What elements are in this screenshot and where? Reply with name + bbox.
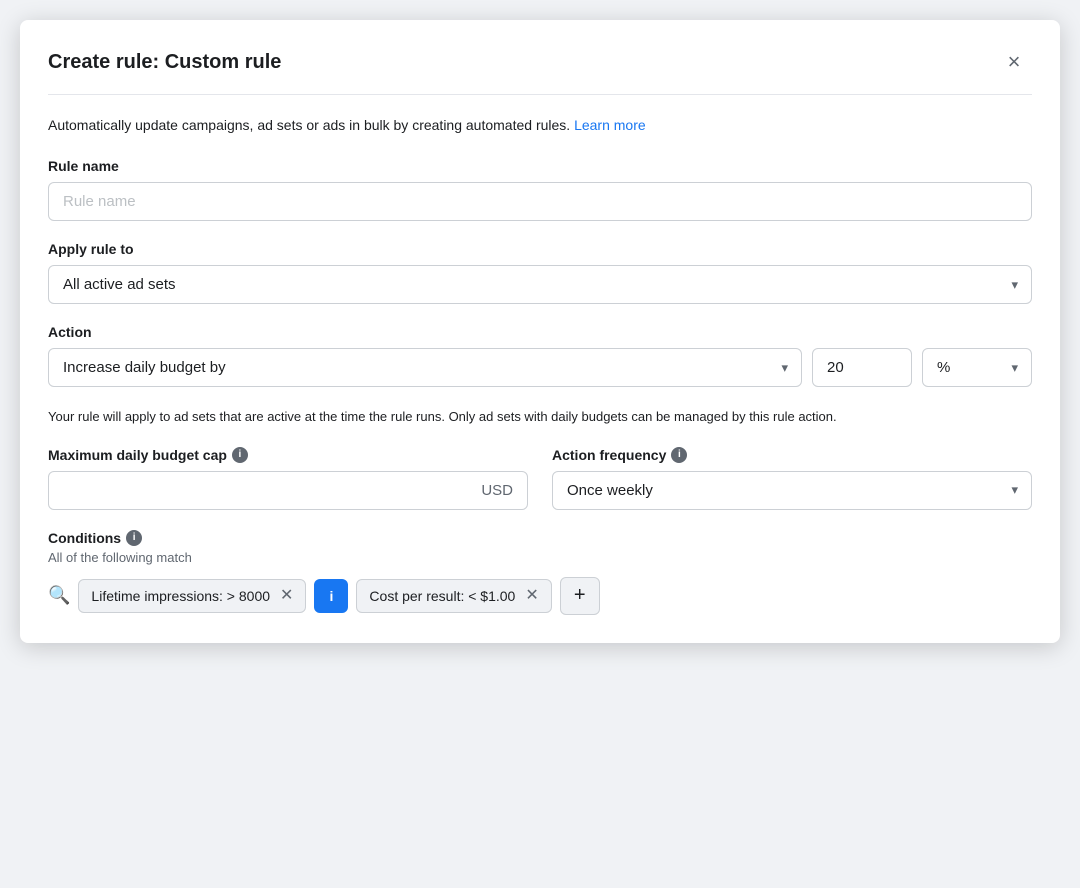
close-button[interactable]: × xyxy=(996,44,1032,80)
modal-title: Create rule: Custom rule xyxy=(48,51,281,74)
action-frequency-select[interactable]: Once weekly Once daily Continuously xyxy=(552,471,1032,510)
budget-cap-col: Maximum daily budget cap i USD xyxy=(48,447,528,510)
conditions-label: Conditions i xyxy=(48,530,1032,546)
budget-cap-currency: USD xyxy=(481,472,527,509)
learn-more-link[interactable]: Learn more xyxy=(574,117,646,133)
rule-name-label: Rule name xyxy=(48,158,1032,174)
apply-rule-select-wrapper: All active ad sets All active campaigns … xyxy=(48,265,1032,304)
condition-tag-cost: Cost per result: < $1.00 ✕ xyxy=(356,579,551,613)
conditions-info-icon[interactable]: i xyxy=(126,530,142,546)
conditions-row: 🔍 Lifetime impressions: > 8000 ✕ i Cost … xyxy=(48,577,1032,615)
add-condition-button[interactable]: + xyxy=(560,577,600,615)
action-frequency-select-wrapper: Once weekly Once daily Continuously ▾ xyxy=(552,471,1032,510)
conditions-sub-label: All of the following match xyxy=(48,550,1032,565)
info-connector-button[interactable]: i xyxy=(314,579,348,613)
modal-header: Create rule: Custom rule × xyxy=(48,44,1032,95)
apply-rule-label: Apply rule to xyxy=(48,241,1032,257)
rule-name-input[interactable] xyxy=(48,182,1032,221)
conditions-section: Conditions i All of the following match … xyxy=(48,530,1032,615)
apply-rule-select[interactable]: All active ad sets All active campaigns … xyxy=(48,265,1032,304)
description-text: Automatically update campaigns, ad sets … xyxy=(48,115,1032,136)
two-col-section: Maximum daily budget cap i USD Action fr… xyxy=(48,447,1032,510)
action-type-select-wrapper: Increase daily budget by Decrease daily … xyxy=(48,348,802,387)
action-type-select[interactable]: Increase daily budget by Decrease daily … xyxy=(48,348,802,387)
action-row: Increase daily budget by Decrease daily … xyxy=(48,348,1032,387)
action-section: Action Increase daily budget by Decrease… xyxy=(48,324,1032,387)
create-rule-modal: Create rule: Custom rule × Automatically… xyxy=(20,20,1060,643)
rule-name-section: Rule name xyxy=(48,158,1032,221)
budget-cap-info-icon[interactable]: i xyxy=(232,447,248,463)
budget-cap-input[interactable] xyxy=(49,472,481,509)
action-amount-input[interactable]: 20 xyxy=(812,348,912,387)
action-label: Action xyxy=(48,324,1032,340)
action-frequency-label: Action frequency i xyxy=(552,447,1032,463)
condition-tag-impressions: Lifetime impressions: > 8000 ✕ xyxy=(78,579,306,613)
search-icon: 🔍 xyxy=(48,585,70,606)
remove-cost-button[interactable]: ✕ xyxy=(525,588,538,604)
action-note: Your rule will apply to ad sets that are… xyxy=(48,407,1032,427)
budget-cap-input-wrapper: USD xyxy=(48,471,528,510)
remove-impressions-button[interactable]: ✕ xyxy=(280,588,293,604)
action-unit-select[interactable]: % USD xyxy=(922,348,1032,387)
budget-cap-label: Maximum daily budget cap i xyxy=(48,447,528,463)
action-unit-select-wrapper: % USD ▾ xyxy=(922,348,1032,387)
action-frequency-col: Action frequency i Once weekly Once dail… xyxy=(552,447,1032,510)
action-frequency-info-icon[interactable]: i xyxy=(671,447,687,463)
apply-rule-section: Apply rule to All active ad sets All act… xyxy=(48,241,1032,304)
